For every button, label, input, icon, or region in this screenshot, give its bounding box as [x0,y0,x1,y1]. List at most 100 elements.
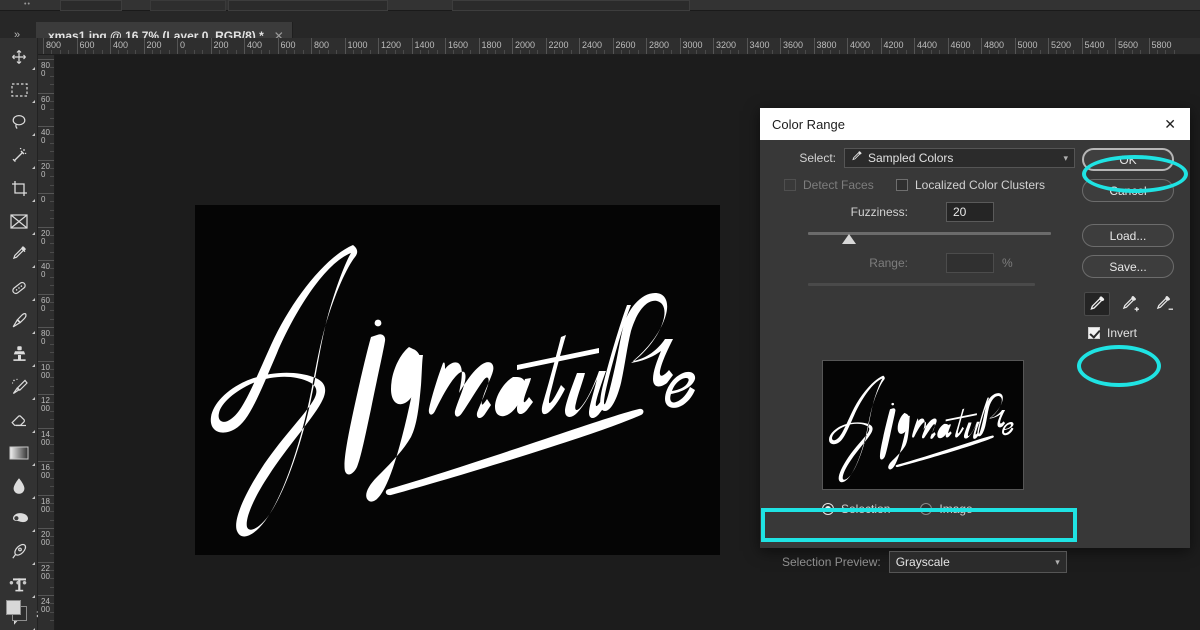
pen-tool[interactable] [0,535,38,568]
ruler-subtick [897,50,898,54]
ruler-label: 200 [41,163,50,179]
signature-svg [195,205,720,555]
dodge-tool[interactable] [0,502,38,535]
ruler-label: 2600 [613,40,636,50]
ruler-label: 600 [77,40,95,50]
ruler-subtick [537,50,538,54]
lasso-tool[interactable] [0,106,38,139]
selection-preview-inner: Selection Preview: Grayscale ▾ [764,547,1076,577]
ruler-subtick [50,369,54,370]
ruler-subtick [1006,50,1007,54]
vertical-ruler[interactable]: 8006004002000200400600800100012001400160… [38,55,55,630]
ruler-subtick [50,511,54,512]
eyedropper-subtract-tool[interactable] [1152,292,1178,316]
ok-button[interactable]: OK [1082,148,1174,171]
ruler-subtick [50,310,54,311]
ruler-tick [38,327,55,328]
color-range-dialog[interactable]: Color Range ✕ Select: Sampled Colors ▾ [760,108,1190,548]
ruler-label: 3600 [780,40,803,50]
fuzziness-input[interactable]: 20 [946,202,994,222]
ruler-label: 1200 [378,40,401,50]
ruler-subtick [487,50,488,54]
ruler-subtick [361,50,362,54]
dialog-titlebar[interactable]: Color Range ✕ [760,108,1190,140]
ruler-subtick [830,50,831,54]
ruler-subtick [261,50,262,54]
brush-tool[interactable] [0,304,38,337]
eyedropper-add-tool[interactable] [1118,292,1144,316]
ellipsis-icon: ••• [9,579,29,587]
frame-tool[interactable] [0,205,38,238]
selection-radio[interactable]: Selection [822,502,890,516]
fuzziness-slider-thumb[interactable] [842,234,856,244]
eraser-tool[interactable] [0,403,38,436]
signature-artwork[interactable] [195,205,720,555]
crop-tool[interactable] [0,172,38,205]
spot-healing-brush-tool[interactable] [0,271,38,304]
ruler-label: 800 [43,40,61,50]
more-tools-button[interactable]: ••• [0,570,38,596]
selection-radio-dot[interactable] [822,503,834,515]
move-tool[interactable] [0,40,38,73]
ruler-label: 2400 [41,598,50,614]
load-button[interactable]: Load... [1082,224,1174,247]
selection-preview-label: Selection Preview: [782,555,881,569]
ruler-subtick [738,50,739,54]
invert-checkbox[interactable]: Invert [1088,326,1190,340]
select-dropdown[interactable]: Sampled Colors ▾ [844,148,1075,168]
invert-checkbox-box[interactable] [1088,327,1100,339]
history-brush-tool[interactable] [0,370,38,403]
ruler-tick [38,495,55,496]
ruler-tick [38,126,55,127]
object-selection-tool[interactable] [0,139,38,172]
image-radio[interactable]: Image [920,502,972,516]
save-button[interactable]: Save... [1082,255,1174,278]
tool-expand-corner [32,265,35,268]
options-bar-chip-2[interactable] [150,0,226,11]
ruler-subtick [353,50,354,54]
ruler-subtick [998,50,999,54]
ruler-label: 1600 [445,40,468,50]
localized-color-clusters-checkbox[interactable]: Localized Color Clusters [896,178,1045,192]
ruler-label: 4200 [881,40,904,50]
ruler-subtick [973,50,974,54]
eyedropper-icon [851,151,863,166]
ruler-label: 400 [41,263,50,279]
ruler-subtick [50,76,54,77]
ruler-label: 200 [211,40,229,50]
ruler-subtick [93,50,94,54]
ruler-subtick [50,553,54,554]
ruler-label: 5800 [1149,40,1172,50]
selection-preview-thumbnail[interactable] [822,360,1024,490]
image-radio-dot[interactable] [920,503,932,515]
foreground-background-color-icon[interactable] [6,600,32,624]
horizontal-ruler[interactable]: 8006004002000200400600800100012001400160… [38,38,1200,55]
rectangular-marquee-tool[interactable] [0,73,38,106]
range-slider [808,283,1035,286]
options-bar-chip-1[interactable] [60,0,122,11]
fuzziness-slider[interactable] [808,232,1051,235]
selection-preview-dropdown[interactable]: Grayscale ▾ [889,551,1067,573]
range-row: Range: % [760,253,1075,273]
clone-stamp-tool[interactable] [0,337,38,370]
close-icon[interactable]: ✕ [1160,116,1180,133]
cancel-button[interactable]: Cancel [1082,179,1174,202]
ruler-subtick [303,50,304,54]
ruler-subtick [185,50,186,54]
ruler-label: 2400 [579,40,602,50]
ruler-label: 800 [41,330,50,346]
eyedropper-tool[interactable] [0,238,38,271]
ruler-subtick [420,50,421,54]
localized-color-clusters-box[interactable] [896,179,908,191]
dialog-title: Color Range [772,117,1160,132]
eyedropper-sample-tool[interactable] [1084,292,1110,316]
options-bar-chip-4[interactable] [452,0,690,11]
tool-expand-corner [32,397,35,400]
ruler-label: 600 [41,96,50,112]
blur-tool[interactable] [0,469,38,502]
options-bar-chip-3[interactable] [228,0,388,11]
ruler-subtick [571,50,572,54]
ruler-subtick [562,50,563,54]
gradient-tool[interactable] [0,436,38,469]
ruler-label: 1000 [345,40,368,50]
